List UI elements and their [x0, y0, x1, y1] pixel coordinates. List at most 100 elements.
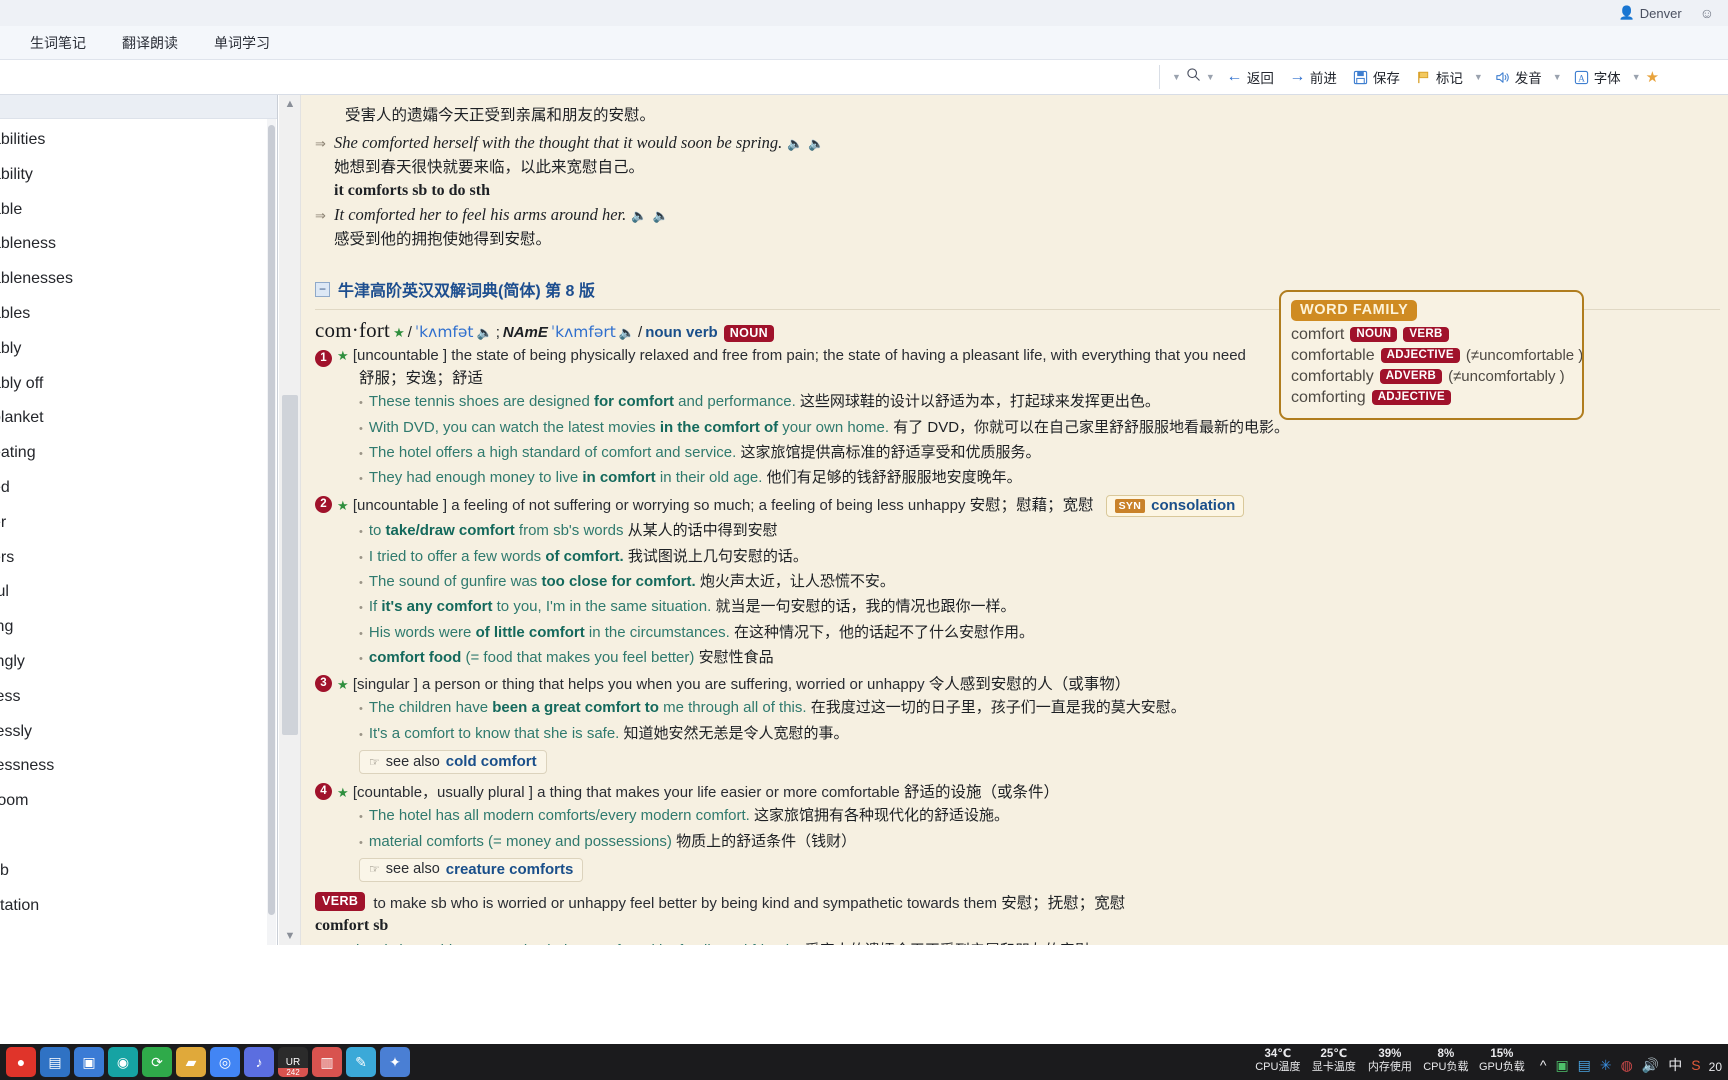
sidebar-item[interactable]: s — [0, 819, 277, 854]
blue-doc-app[interactable]: ▣ — [74, 1047, 104, 1077]
toolbar-row: ▼ ▼ ← 返回 → 前进 保存 标记 ▼ 发音 ▼ A 字体 ▼ ★ — [0, 60, 1728, 95]
taskbar-status: 34℃ CPU温度 25℃ 显卡温度 39% 内存使用 8% CPU负载 15% GPU负载 ^ ▣… — [1250, 1047, 1728, 1077]
tab-translate-read[interactable]: 翻译朗读 — [104, 29, 196, 57]
sidebar-item[interactable]: eating — [0, 436, 277, 471]
font-button-label: 字体 — [1593, 71, 1621, 86]
sidebar-item[interactable]: lessly — [0, 715, 277, 750]
sidebar-item[interactable]: ing — [0, 610, 277, 645]
record-button-app[interactable]: ● — [6, 1047, 36, 1077]
sidebar-item[interactable]: ablenesses — [0, 262, 277, 297]
speaker-icon[interactable]: 🔈 — [787, 137, 803, 150]
chevron-down-icon[interactable]: ▼ — [1170, 72, 1183, 82]
speaker-icon[interactable]: 🔈 — [631, 209, 647, 222]
sidebar-item[interactable]: less — [0, 680, 277, 715]
speaker-icon[interactable]: 🔈 — [652, 209, 668, 222]
smiley-icon[interactable]: ☺ — [1700, 5, 1714, 21]
blue-shield-tray-icon[interactable]: ▤ — [1578, 1057, 1591, 1074]
back-button[interactable]: ← 返回 — [1220, 64, 1280, 90]
sidebar-item[interactable]: ables — [0, 297, 277, 332]
see-also-chip[interactable]: ☞ see also creature comforts — [359, 857, 584, 882]
search-zone[interactable] — [0, 60, 1160, 94]
sidebar-scrollbar[interactable] — [267, 119, 276, 945]
dictionary-content-pane: ▲ ▼ 受害人的遗孀今天正受到亲属和朋友的安慰。 ⇒ She comforted… — [279, 95, 1728, 945]
verb-example-text: The victim's widow was today being comfo… — [347, 939, 1105, 945]
content-scrollbar[interactable]: ▲ ▼ — [279, 95, 301, 945]
star-icon: ★ — [337, 348, 349, 363]
scroll-up-icon[interactable]: ▲ — [279, 95, 301, 113]
chrome-app[interactable]: ◎ — [210, 1047, 240, 1077]
minus-box-icon[interactable]: − — [315, 281, 330, 297]
sidebar-item[interactable]: ingly — [0, 645, 277, 680]
prev-example-cn: 她想到春天很快就要来临，以此来宽慰自己。 — [334, 159, 645, 176]
font-button[interactable]: A 字体 — [1567, 64, 1627, 90]
chevron-up-icon[interactable]: ^ — [1540, 1057, 1547, 1073]
user-account[interactable]: 👤 Denver — [1619, 5, 1682, 21]
system-stat: 34℃ CPU温度 — [1250, 1047, 1306, 1077]
mark-chevron-down-icon[interactable]: ▼ — [1472, 72, 1485, 82]
see-also-link[interactable]: cold comfort — [446, 753, 537, 770]
font-chevron-down-icon[interactable]: ▼ — [1630, 72, 1643, 82]
mark-button[interactable]: 标记 — [1409, 64, 1469, 90]
editor-app[interactable]: ✦ — [380, 1047, 410, 1077]
pronounce-chevron-down-icon[interactable]: ▼ — [1551, 72, 1564, 82]
sidebar-item[interactable]: ably — [0, 332, 277, 367]
paint-app[interactable]: ✎ — [346, 1047, 376, 1077]
stat-value: 34℃ — [1264, 1047, 1292, 1060]
ime-chinese-icon[interactable]: 中 — [1668, 1055, 1682, 1075]
file-explorer-app[interactable]: ▤ — [40, 1047, 70, 1077]
forward-button[interactable]: → 前进 — [1283, 64, 1343, 90]
word-family-word[interactable]: comfort — [1291, 326, 1344, 344]
syn-word[interactable]: consolation — [1151, 497, 1235, 514]
scroll-down-icon[interactable]: ▼ — [279, 927, 301, 945]
sidebar-scroll-thumb[interactable] — [268, 125, 275, 915]
sidebar-item[interactable]: station — [0, 889, 277, 924]
see-also-link[interactable]: creature comforts — [446, 861, 574, 878]
speaker-icon[interactable]: 🔈 — [808, 137, 824, 150]
save-button[interactable]: 保存 — [1346, 64, 1406, 90]
sidebar-item[interactable]: ers — [0, 541, 277, 576]
star-icon[interactable]: ★ — [1646, 68, 1659, 86]
flag-icon — [1415, 69, 1432, 86]
speaker-icon[interactable]: 🔈 — [619, 326, 635, 339]
sidebar-item[interactable]: lessness — [0, 749, 277, 784]
sidebar-item[interactable]: er — [0, 506, 277, 541]
search-icon[interactable] — [1186, 67, 1201, 87]
content-scroll-thumb[interactable] — [282, 395, 298, 735]
clock[interactable]: 20 — [1709, 1060, 1722, 1077]
sidebar-item[interactable]: abilities — [0, 123, 277, 158]
search-chevron-down-icon[interactable]: ▼ — [1204, 72, 1217, 82]
music-app[interactable]: ♪ — [244, 1047, 274, 1077]
sidebar-item[interactable]: ful — [0, 575, 277, 610]
word-family-word[interactable]: comforting — [1291, 389, 1366, 407]
volume-icon[interactable]: 🔊 — [1642, 1057, 1659, 1074]
word-family-word[interactable]: comfortable — [1291, 347, 1375, 365]
tab-vocab-notes[interactable]: 生词笔记 — [12, 29, 104, 57]
sidebar-item[interactable]: able — [0, 193, 277, 228]
star-icon: ★ — [337, 677, 349, 693]
sidebar-item[interactable]: room — [0, 784, 277, 819]
sidebar-item[interactable]: ably off — [0, 367, 277, 402]
sidebar-item[interactable]: ableness — [0, 227, 277, 262]
pronounce-button[interactable]: 发音 — [1488, 64, 1548, 90]
speaker-icon[interactable]: 🔈 — [477, 326, 493, 339]
sidebar-item[interactable]: sb — [0, 854, 277, 889]
stat-value: 15% — [1490, 1047, 1514, 1060]
see-also-chip[interactable]: ☞ see also cold comfort — [359, 750, 547, 774]
ur-app[interactable]: UR 242 — [278, 1047, 308, 1077]
star-tray-icon[interactable]: ✳ — [1600, 1057, 1612, 1074]
folder-app[interactable]: ▰ — [176, 1047, 206, 1077]
tab-word-study[interactable]: 单词学习 — [196, 29, 288, 57]
obs-tray-icon[interactable]: ◍ — [1621, 1057, 1633, 1074]
green-refresh-app[interactable]: ⟳ — [142, 1047, 172, 1077]
sidebar-item[interactable]: blanket — [0, 401, 277, 436]
word-family-word[interactable]: comfortably — [1291, 368, 1374, 386]
teal-circle-app[interactable]: ◉ — [108, 1047, 138, 1077]
word-list-sidebar[interactable]: abilitiesabilityableablenessablenessesab… — [0, 95, 278, 945]
synonym-chip[interactable]: SYN consolation — [1105, 495, 1245, 517]
chart-app[interactable]: ▥ — [312, 1047, 342, 1077]
sense-number: 2 — [315, 495, 332, 513]
sogou-tray-icon[interactable]: S — [1691, 1057, 1700, 1073]
sidebar-item[interactable]: ability — [0, 158, 277, 193]
sidebar-item[interactable]: ed — [0, 471, 277, 506]
green-app-tray-icon[interactable]: ▣ — [1555, 1057, 1568, 1074]
